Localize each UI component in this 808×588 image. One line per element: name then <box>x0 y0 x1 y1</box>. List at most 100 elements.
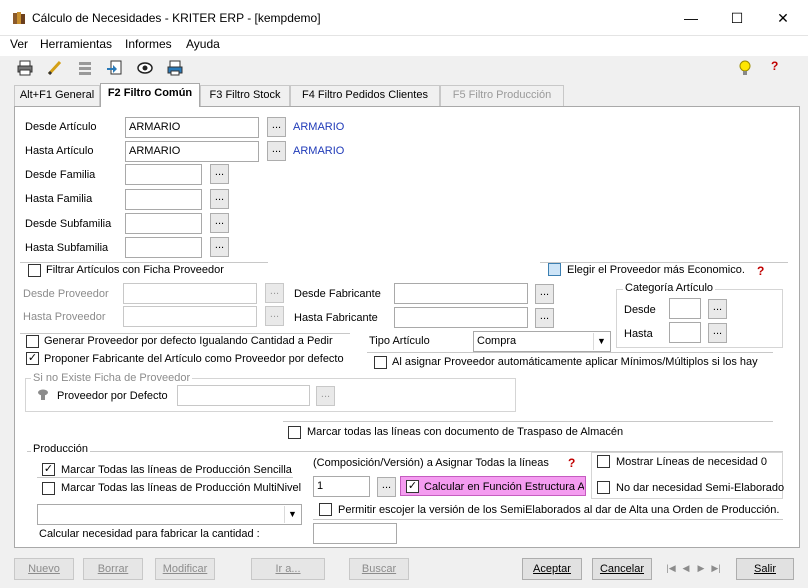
maximize-button[interactable]: ☐ <box>714 0 760 36</box>
last-record-icon[interactable]: ▶| <box>710 561 722 576</box>
desde-articulo-label: Desde Artículo <box>25 121 97 133</box>
categoria-hasta-input[interactable] <box>669 322 701 343</box>
tab-filtro-pedidos[interactable]: F4 Filtro Pedidos Clientes <box>290 85 440 106</box>
user-icon <box>38 389 48 400</box>
borrar-button[interactable]: Borrar <box>83 558 143 580</box>
hasta-fabricante-label: Hasta Fabricante <box>294 312 378 324</box>
cancelar-button[interactable]: Cancelar <box>592 558 652 580</box>
hasta-familia-lookup-button[interactable]: ... <box>210 189 229 209</box>
ir-a-button[interactable]: Ir a... <box>251 558 325 580</box>
minimos-multiplos-checkbox[interactable] <box>374 356 387 369</box>
categoria-desde-input[interactable] <box>669 298 701 319</box>
desde-subfamilia-input[interactable] <box>125 213 202 234</box>
desde-fabricante-input[interactable] <box>394 283 528 304</box>
estructura-checkbox[interactable] <box>406 480 419 493</box>
help-icon[interactable]: ? <box>757 264 764 278</box>
tab-general[interactable]: Alt+F1 General <box>14 85 100 106</box>
hasta-fabricante-lookup-button[interactable]: ... <box>535 308 554 328</box>
hasta-articulo-description: ARMARIO <box>293 145 345 157</box>
tab-filtro-comun[interactable]: F2 Filtro Común <box>100 83 200 107</box>
separator <box>20 262 268 263</box>
comp-version-input[interactable]: 1 <box>313 476 370 497</box>
produccion-sencilla-checkbox[interactable] <box>42 463 55 476</box>
generar-proveedor-checkbox[interactable] <box>26 335 39 348</box>
semi-elaborado-checkbox[interactable] <box>597 481 610 494</box>
hasta-subfamilia-label: Hasta Subfamilia <box>25 242 109 254</box>
menu-informes[interactable]: Informes <box>125 37 172 51</box>
elegir-proveedor-checkbox[interactable] <box>548 263 561 276</box>
categoria-hasta-lookup-button[interactable]: ... <box>708 323 727 343</box>
previous-record-icon[interactable]: ◀ <box>680 561 692 576</box>
comp-version-lookup-button[interactable]: ... <box>377 477 396 497</box>
produccion-select[interactable]: ▼ <box>37 504 302 525</box>
mostrar-necesidad-label: Mostrar Líneas de necesidad 0 <box>616 456 768 468</box>
estructura-label: Calcular en Función Estructura Ar <box>424 481 584 493</box>
separator <box>367 352 773 353</box>
categoria-desde-lookup-button[interactable]: ... <box>708 299 727 319</box>
printer-icon[interactable] <box>166 59 184 77</box>
chevron-down-icon: ▼ <box>593 333 609 350</box>
hasta-subfamilia-lookup-button[interactable]: ... <box>210 237 229 257</box>
tab-filtro-produccion[interactable]: F5 Filtro Producción <box>440 85 564 106</box>
hasta-proveedor-lookup-button[interactable]: ... <box>265 306 284 326</box>
minimize-button[interactable]: — <box>668 0 714 36</box>
mostrar-necesidad-checkbox[interactable] <box>597 455 610 468</box>
menu-ayuda[interactable]: Ayuda <box>186 37 220 51</box>
print-icon[interactable] <box>16 59 34 77</box>
nuevo-button[interactable]: Nuevo <box>14 558 74 580</box>
tipo-articulo-value: Compra <box>477 335 517 347</box>
first-record-icon[interactable]: |◀ <box>665 561 677 576</box>
help-icon[interactable]: ? <box>771 59 778 73</box>
menu-bar <box>0 36 808 56</box>
desde-fabricante-label: Desde Fabricante <box>294 288 381 300</box>
menu-herramientas[interactable]: Herramientas <box>40 37 112 51</box>
proveedor-defecto-lookup-button[interactable]: ... <box>316 386 335 406</box>
proponer-fabricante-checkbox[interactable] <box>26 352 39 365</box>
pencil-icon[interactable] <box>46 59 64 77</box>
hasta-subfamilia-input[interactable] <box>125 237 202 258</box>
salir-button[interactable]: Salir <box>736 558 794 580</box>
produccion-title: Producción <box>31 443 91 455</box>
modificar-button[interactable]: Modificar <box>155 558 215 580</box>
desde-familia-input[interactable] <box>125 164 202 185</box>
list-icon[interactable] <box>76 59 94 77</box>
export-icon[interactable] <box>106 59 124 77</box>
desde-subfamilia-label: Desde Subfamilia <box>25 218 112 230</box>
desde-articulo-input[interactable]: ARMARIO <box>125 117 259 138</box>
hasta-proveedor-input[interactable] <box>123 306 257 327</box>
proveedor-defecto-input[interactable] <box>177 385 310 406</box>
lightbulb-icon[interactable] <box>736 59 754 77</box>
close-button[interactable]: ✕ <box>760 0 806 36</box>
categoria-hasta-label: Hasta <box>624 328 653 340</box>
hasta-articulo-input[interactable]: ARMARIO <box>125 141 259 162</box>
traspaso-checkbox[interactable] <box>288 426 301 439</box>
separator <box>283 421 773 422</box>
tab-filtro-stock[interactable]: F3 Filtro Stock <box>200 85 290 106</box>
menu-ver[interactable]: Ver <box>10 37 28 51</box>
ficha-proveedor-checkbox[interactable] <box>28 264 41 277</box>
separator <box>540 262 788 263</box>
desde-fabricante-lookup-button[interactable]: ... <box>535 284 554 304</box>
desde-familia-lookup-button[interactable]: ... <box>210 164 229 184</box>
calcular-cantidad-input[interactable] <box>313 523 397 544</box>
permitir-version-checkbox[interactable] <box>319 503 332 516</box>
ficha-proveedor-label: Filtrar Artículos con Ficha Proveedor <box>46 264 224 276</box>
app-books-icon <box>13 12 25 24</box>
hasta-articulo-lookup-button[interactable]: ... <box>267 141 286 161</box>
tipo-articulo-select[interactable]: Compra ▼ <box>473 331 611 352</box>
next-record-icon[interactable]: ▶ <box>695 561 707 576</box>
hasta-familia-label: Hasta Familia <box>25 193 93 205</box>
desde-proveedor-input[interactable] <box>123 283 257 304</box>
categoria-desde-label: Desde <box>624 304 656 316</box>
comp-version-label: (Composición/Versión) a Asignar Todas la… <box>313 457 549 469</box>
aceptar-button[interactable]: Aceptar <box>522 558 582 580</box>
hasta-fabricante-input[interactable] <box>394 307 528 328</box>
desde-subfamilia-lookup-button[interactable]: ... <box>210 213 229 233</box>
hasta-familia-input[interactable] <box>125 189 202 210</box>
view-icon[interactable] <box>136 59 154 77</box>
buscar-button[interactable]: Buscar <box>349 558 409 580</box>
desde-proveedor-lookup-button[interactable]: ... <box>265 283 284 303</box>
desde-articulo-lookup-button[interactable]: ... <box>267 117 286 137</box>
produccion-multinivel-checkbox[interactable] <box>42 482 55 495</box>
help-icon[interactable]: ? <box>568 456 575 470</box>
